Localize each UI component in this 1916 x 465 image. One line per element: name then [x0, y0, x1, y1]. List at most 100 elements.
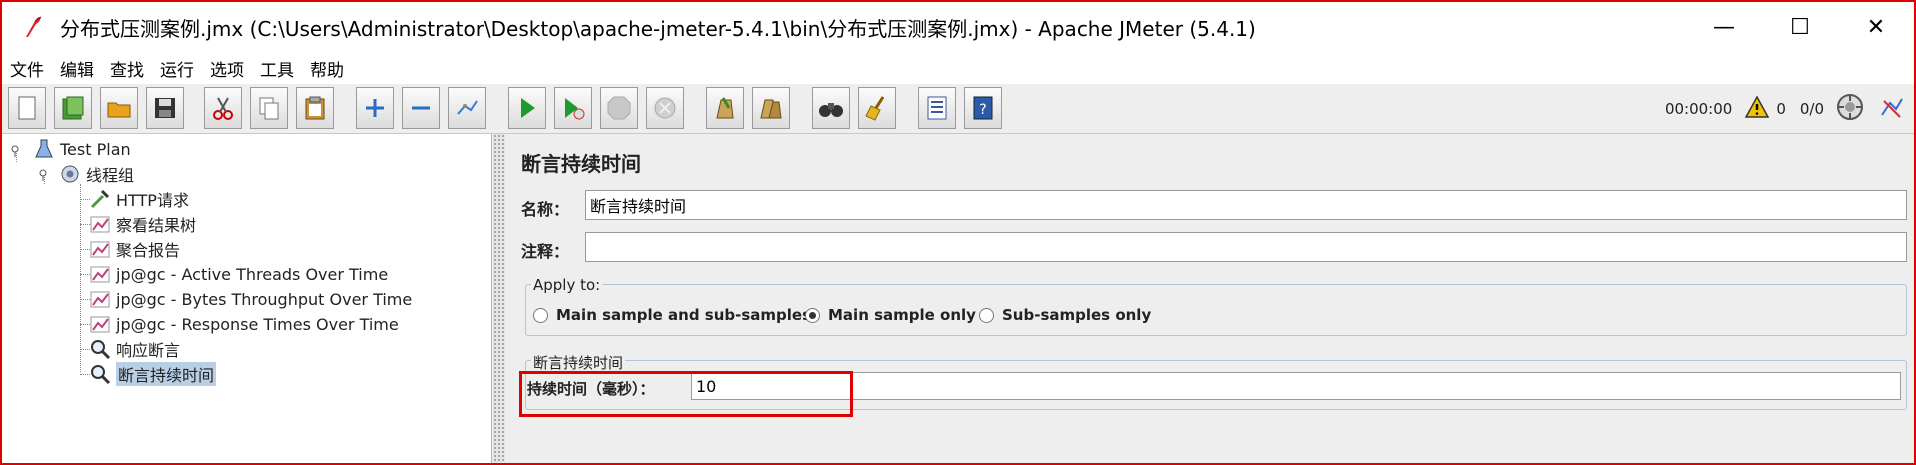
tree-node-test-plan[interactable]: Test Plan [32, 138, 131, 160]
panel-title: 断言持续时间 [521, 152, 641, 176]
copy-button[interactable] [250, 87, 288, 129]
stop-button[interactable] [600, 87, 638, 129]
graph-icon [88, 313, 112, 335]
help-button[interactable]: ? [964, 87, 1002, 129]
start-no-pauses-button[interactable] [554, 87, 592, 129]
tree-node-duration-assertion[interactable]: 断言持续时间 [88, 362, 217, 386]
tree-node-view-results-tree[interactable]: 察看结果树 [88, 213, 196, 235]
start-button[interactable] [508, 87, 546, 129]
copy-icon [259, 97, 279, 120]
cut-button[interactable] [204, 87, 242, 129]
function-helper-button[interactable] [918, 87, 956, 129]
graph-icon [88, 238, 112, 260]
menu-tools[interactable]: 工具 [260, 56, 294, 81]
collapse-button[interactable] [402, 87, 440, 129]
templates-button[interactable] [54, 87, 92, 129]
comment-field[interactable] [585, 232, 1907, 262]
shutdown-icon [654, 97, 676, 119]
graph-icon [88, 213, 112, 235]
shutdown-button[interactable] [646, 87, 684, 129]
jmeter-window: 分布式压测案例.jmx (C:\Users\Administrator\Desk… [0, 0, 1916, 465]
menu-search[interactable]: 查找 [110, 56, 144, 81]
plus-icon [366, 99, 384, 117]
new-file-icon [18, 96, 36, 120]
warning-icon[interactable] [1744, 95, 1770, 123]
list-icon [927, 96, 947, 120]
elapsed-timer: 00:00:00 [1664, 100, 1733, 118]
tree-node-bytes-throughput[interactable]: jp@gc - Bytes Throughput Over Time [88, 288, 412, 310]
duration-field[interactable] [691, 372, 1901, 400]
test-plan-tree: Test Plan 线程组 HTTP请求 察看结果树 聚合报告 jp@gc - … [2, 134, 492, 463]
apply-to-legend: Apply to: [531, 276, 603, 294]
annotation-highlight-box [519, 371, 853, 417]
graph-icon [88, 263, 112, 285]
warning-count: 0 [1776, 100, 1786, 118]
radio-checked-icon [805, 307, 820, 323]
radio-sub-only[interactable]: Sub-samples only [979, 306, 1151, 324]
comment-label: 注释： [521, 242, 570, 261]
binoculars-icon [819, 103, 843, 117]
help-icon: ? [973, 96, 993, 120]
new-button[interactable] [8, 87, 46, 129]
save-button[interactable] [146, 87, 184, 129]
broom-icon [865, 96, 885, 121]
duration-legend: 断言持续时间 [531, 352, 626, 373]
status-area: 00:00:00 0 0/0 [1659, 84, 1906, 134]
log-viewer-icon[interactable] [1878, 93, 1906, 125]
open-button[interactable] [100, 87, 138, 129]
cut-icon [213, 97, 233, 120]
templates-icon [62, 96, 84, 120]
expand-button[interactable] [356, 87, 394, 129]
title-bar: 分布式压测案例.jmx (C:\Users\Administrator\Desk… [2, 2, 1914, 52]
menu-file[interactable]: 文件 [10, 56, 44, 81]
maximize-button[interactable]: ☐ [1762, 2, 1838, 52]
tree-node-http-request[interactable]: HTTP请求 [88, 188, 189, 210]
radio-unchecked-icon [533, 307, 548, 323]
clear-all-button[interactable] [752, 87, 790, 129]
reset-search-button[interactable] [858, 87, 896, 129]
toolbar: ? 00:00:00 0 0/0 [2, 84, 1914, 134]
clear-button[interactable] [706, 87, 744, 129]
expand-toggle-icon[interactable] [38, 168, 52, 182]
magnifier-icon [88, 363, 112, 385]
tree-node-thread-group[interactable]: 线程组 [58, 163, 134, 185]
stop-icon [607, 96, 631, 120]
paste-icon [305, 96, 325, 120]
tree-node-response-assertion[interactable]: 响应断言 [88, 338, 180, 360]
toggle-button[interactable] [448, 87, 486, 129]
radio-main-and-sub[interactable]: Main sample and sub-samples [533, 306, 811, 324]
menu-bar: 文件 编辑 查找 运行 选项 工具 帮助 [2, 52, 1914, 84]
search-button[interactable] [812, 87, 850, 129]
gear-icon [58, 163, 82, 185]
menu-edit[interactable]: 编辑 [60, 56, 94, 81]
jmeter-feather-icon [18, 12, 48, 42]
name-field[interactable] [585, 190, 1907, 220]
tree-node-aggregate-report[interactable]: 聚合报告 [88, 238, 180, 260]
magnifier-icon [88, 338, 112, 360]
graph-icon [88, 288, 112, 310]
menu-options[interactable]: 选项 [210, 56, 244, 81]
active-threads: 0/0 [1799, 100, 1824, 118]
clear-icon [716, 97, 734, 119]
expand-toggle-icon[interactable] [10, 144, 24, 158]
tree-node-active-threads[interactable]: jp@gc - Active Threads Over Time [88, 263, 388, 285]
remote-status-icon [1836, 93, 1864, 125]
minus-icon [412, 106, 430, 110]
menu-help[interactable]: 帮助 [310, 56, 344, 81]
name-label: 名称： [521, 200, 570, 219]
svg-text:?: ? [979, 102, 986, 118]
flask-icon [32, 138, 56, 160]
save-icon [155, 98, 175, 118]
play-no-timers-icon [565, 98, 585, 120]
tree-node-response-times[interactable]: jp@gc - Response Times Over Time [88, 313, 399, 335]
minimize-button[interactable]: — [1686, 2, 1762, 52]
paste-button[interactable] [296, 87, 334, 129]
panel-splitter[interactable] [493, 134, 505, 463]
pipette-icon [88, 188, 112, 210]
radio-unchecked-icon [979, 307, 994, 323]
menu-run[interactable]: 运行 [160, 56, 194, 81]
clear-all-icon [760, 99, 782, 119]
close-button[interactable]: ✕ [1838, 2, 1914, 52]
open-folder-icon [107, 102, 131, 118]
radio-main-only[interactable]: Main sample only [805, 306, 976, 324]
